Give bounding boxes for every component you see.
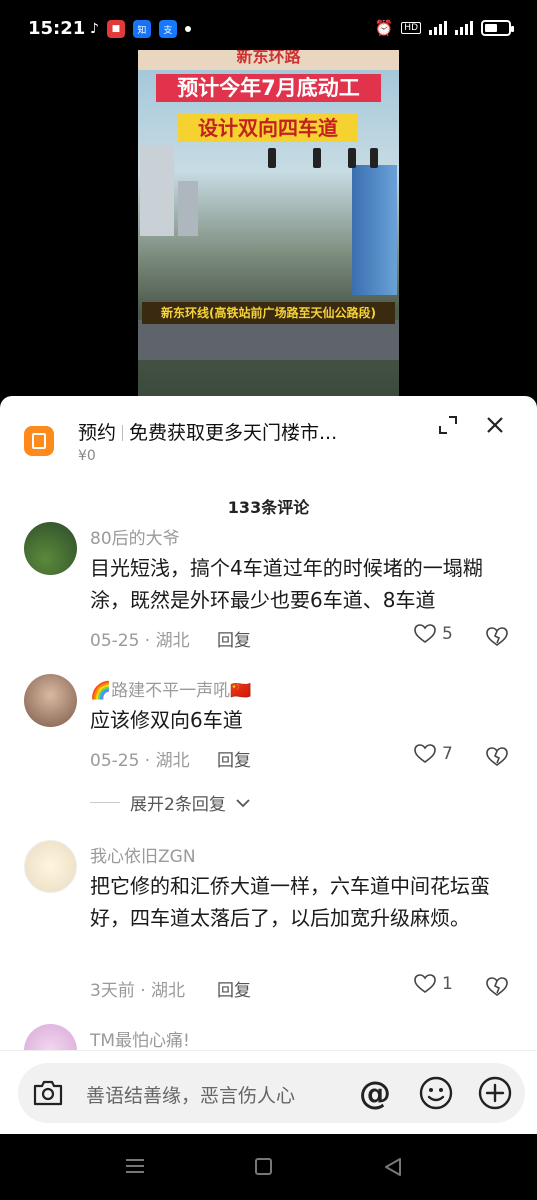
video-banner-top: 新东环路 <box>138 50 399 70</box>
comment-text[interactable]: 把它修的和汇侨大道一样，六车道中间花坛蛮好，四车道太落后了，以后加宽升级麻烦。 <box>90 870 510 934</box>
avatar[interactable] <box>24 840 77 893</box>
video-traffic-light <box>348 148 356 168</box>
back-icon[interactable] <box>383 1157 403 1177</box>
reply-button[interactable]: 回复 <box>217 626 251 651</box>
ad-price: ¥0 <box>78 448 96 464</box>
reply-button[interactable]: 回复 <box>217 976 251 1001</box>
more-notifications-dot <box>184 26 191 32</box>
heart-icon <box>414 974 436 993</box>
heart-icon <box>414 624 436 643</box>
ad-label: 预约 <box>78 422 117 444</box>
status-time: 15:21 <box>28 18 86 39</box>
comment-input-area: 善语结善缘，恶言伤人心 @ <box>0 1050 537 1134</box>
reservation-icon <box>24 426 54 456</box>
video-traffic-light <box>268 148 276 168</box>
notification-app-icon: ■ <box>106 20 125 38</box>
avatar[interactable] <box>24 522 77 575</box>
alarm-icon: ⏰ <box>374 19 394 37</box>
battery-icon <box>481 20 514 36</box>
video-traffic-light <box>370 148 378 168</box>
comment-text[interactable]: 应该修双向6车道 <box>90 704 510 736</box>
like-count: 7 <box>442 744 453 764</box>
plus-icon[interactable] <box>477 1075 513 1111</box>
signal-1-icon <box>429 21 447 35</box>
comment-author[interactable]: 80后的大爷 <box>90 524 180 549</box>
video-caption: 新东环线(高铁站前广场路至天仙公路段) <box>142 302 395 324</box>
comments-count: 133条评论 <box>227 498 310 517</box>
status-bar: 15:21 ♪ ■ 知 支 ⏰ HD <box>0 0 537 50</box>
comment-input[interactable]: 善语结善缘，恶言伤人心 @ <box>18 1063 525 1123</box>
comment-meta: 3天前 · 湖北 <box>90 981 186 1001</box>
broken-heart-icon[interactable] <box>486 746 508 768</box>
divider <box>90 802 120 803</box>
menu-icon[interactable] <box>125 1158 145 1174</box>
like-button[interactable]: 5 <box>414 624 453 644</box>
system-navigation-bar <box>0 1134 537 1200</box>
comment-author[interactable]: 🌈路建不平一声吼🇨🇳 <box>90 676 251 701</box>
ad-separator <box>122 425 124 441</box>
emoji-icon[interactable] <box>418 1075 454 1111</box>
mention-icon[interactable]: @ <box>357 1075 393 1111</box>
video-player[interactable]: 新东环路 预计今年7月底动工 设计双向四车道 新东环线(高铁站前广场路至天仙公路… <box>138 50 399 396</box>
hd-icon: HD <box>401 22 421 34</box>
like-button[interactable]: 7 <box>414 744 453 764</box>
zhihu-icon: 知 <box>132 20 151 38</box>
chevron-down-icon <box>236 798 250 807</box>
broken-heart-icon[interactable] <box>486 976 508 998</box>
comment-text[interactable]: 目光短浅，搞个4车道过年的时候堵的一塌糊涂，既然是外环最少也要6车道、8车道 <box>90 552 510 616</box>
like-count: 5 <box>442 624 453 644</box>
video-tower <box>352 165 397 295</box>
close-icon[interactable] <box>484 414 506 436</box>
video-building <box>140 146 174 236</box>
video-banner-line1: 预计今年7月底动工 <box>156 74 381 102</box>
status-indicators: ⏰ HD <box>374 19 514 37</box>
video-road <box>138 320 399 360</box>
comment-author[interactable]: 我心依旧ZGN <box>90 842 196 867</box>
expand-icon[interactable] <box>437 414 459 436</box>
ad-text: 免费获取更多天门楼市... <box>129 422 338 444</box>
input-placeholder[interactable]: 善语结善缘，恶言伤人心 <box>86 1081 295 1108</box>
home-icon[interactable] <box>255 1158 272 1175</box>
video-banner-line2: 设计双向四车道 <box>178 114 358 142</box>
like-count: 1 <box>442 974 453 994</box>
heart-icon <box>414 744 436 763</box>
video-building <box>178 181 198 236</box>
alipay-icon: 支 <box>158 20 177 38</box>
tiktok-icon: ♪ <box>90 21 99 37</box>
ad-title[interactable]: 预约 免费获取更多天门楼市... <box>78 418 337 445</box>
comments-sheet: 预约 免费获取更多天门楼市... ¥0 133条评论 80后的大爷 目光短浅，搞个… <box>0 396 537 1134</box>
signal-2-icon <box>455 21 473 35</box>
broken-heart-icon[interactable] <box>486 626 508 648</box>
battery-fill <box>485 24 497 32</box>
status-app-icons: ♪ ■ 知 支 <box>90 20 191 38</box>
comment-author[interactable]: TM最怕心痛! <box>90 1026 190 1051</box>
like-button[interactable]: 1 <box>414 974 453 994</box>
expand-replies-label: 展开2条回复 <box>130 795 226 815</box>
ad-banner[interactable]: 预约 免费获取更多天门楼市... ¥0 <box>0 396 537 476</box>
reply-button[interactable]: 回复 <box>217 746 251 771</box>
comment-meta: 05-25 · 湖北 <box>90 751 190 771</box>
avatar[interactable] <box>24 674 77 727</box>
comment-meta: 05-25 · 湖北 <box>90 631 190 651</box>
camera-icon[interactable] <box>32 1079 64 1107</box>
expand-replies-button[interactable]: 展开2条回复 <box>90 790 250 815</box>
video-traffic-light <box>313 148 321 168</box>
